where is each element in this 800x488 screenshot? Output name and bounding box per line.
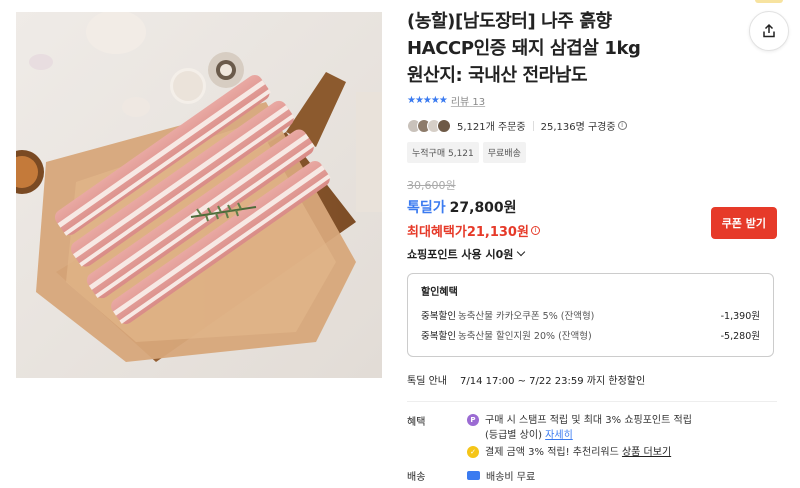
truck-icon — [467, 471, 480, 480]
avatar — [437, 118, 451, 133]
viewer-count: 25,136명 구경중 — [540, 122, 616, 133]
review-count: 13 — [472, 97, 486, 108]
coupon-button[interactable]: 쿠폰 받기 — [710, 207, 777, 239]
benefit-text: 구매 시 스탬프 적립 및 최대 3% 쇼핑포인트 적립 (등급별 상이) 자세… — [485, 415, 692, 441]
discount-desc: 농축산물 할인지원 20% (잔액형) — [457, 331, 592, 342]
star-rating: ★★★★★ — [407, 95, 448, 106]
review-label: 리뷰 — [450, 97, 470, 108]
divider — [532, 120, 534, 131]
discount-label: 중복할인 — [421, 311, 456, 322]
discount-row: 중복할인 농축산물 카카오쿠폰 5% (잔액형) -1,390원 — [421, 308, 760, 322]
point-usage-label: 쇼핑포인트 사용 시0원 — [407, 248, 514, 261]
discount-value: -5,280원 — [720, 331, 760, 342]
buyer-avatars — [407, 118, 451, 133]
shipping-value: 배송비 무료 — [467, 468, 535, 483]
more-products-link[interactable]: 상품 더보기 — [622, 447, 671, 458]
share-tab-indicator — [755, 0, 783, 3]
info-icon[interactable]: i — [530, 226, 540, 235]
info-icon[interactable]: i — [617, 121, 627, 130]
benefit-row: 혜택 P 구매 시 스탬프 적립 및 최대 3% 쇼핑포인트 적립 (등급별 상… — [407, 413, 777, 462]
pork-belly-photo — [16, 12, 382, 378]
divider — [407, 401, 777, 402]
deal-info-row: 톡딜 안내 7/14 17:00 ~ 7/22 23:59 까지 한정할인 — [407, 372, 777, 387]
title-line-2: HACCP인증 돼지 삼겹살 1kg — [407, 38, 641, 59]
deal-price-value: 27,800원 — [449, 200, 517, 216]
reward-icon: ✓ — [467, 446, 479, 458]
detail-link[interactable]: 자세히 — [545, 430, 573, 441]
max-benefit-label: 최대혜택가 — [407, 225, 467, 240]
product-info-panel: (농할)[남도장터] 나주 흙향 HACCP인증 돼지 삼겹살 1kg 원산지:… — [407, 0, 789, 483]
benefit-item: ✓ 결제 금액 3% 적립! 추천리워드 상품 더보기 — [467, 445, 777, 460]
max-benefit-value: 21,130원 — [466, 225, 529, 240]
discount-label: 중복할인 — [421, 331, 456, 342]
benefit-text: 결제 금액 3% 적립! 추천리워드 상품 더보기 — [485, 447, 672, 458]
benefit-label: 혜택 — [407, 417, 426, 428]
discount-value: -1,390원 — [720, 311, 760, 322]
product-title: (농할)[남도장터] 나주 흙향 HACCP인증 돼지 삼겹살 1kg 원산지:… — [407, 8, 722, 89]
discount-title: 할인혜택 — [421, 287, 458, 298]
review-link[interactable]: 리뷰 13 — [451, 93, 485, 108]
tag-cumulative-purchase: 누적구매 5,121 — [407, 142, 479, 163]
discount-desc: 농축산물 카카오쿠폰 5% (잔액형) — [457, 311, 595, 322]
discount-row: 중복할인 농축산물 할인지원 20% (잔액형) -5,280원 — [421, 328, 760, 342]
title-line-3: 원산지: 국내산 전라남도 — [407, 65, 588, 86]
rating-row[interactable]: ★★★★★ 리뷰 13 — [407, 93, 777, 108]
original-price: 30,600원 — [407, 179, 456, 192]
share-button[interactable] — [749, 11, 789, 51]
tag-free-shipping: 무료배송 — [482, 142, 526, 163]
chevron-down-icon — [517, 247, 526, 257]
buyer-stats: 5,121개 주문중 25,136명 구경중 i — [407, 118, 777, 133]
benefit-list: P 구매 시 스탬프 적립 및 최대 3% 쇼핑포인트 적립 (등급별 상이) … — [467, 413, 777, 462]
tag-list: 누적구매 5,121 무료배송 — [407, 142, 777, 163]
discount-box: 할인혜택 중복할인 농축산물 카카오쿠폰 5% (잔액형) -1,390원 중복… — [407, 273, 774, 357]
title-line-1: (농할)[남도장터] 나주 흙향 — [407, 11, 612, 32]
shipping-label: 배송 — [407, 472, 426, 483]
point-icon: P — [467, 414, 479, 426]
shipping-row: 배송 배송비 무료 — [407, 468, 777, 483]
benefit-item: P 구매 시 스탬프 적립 및 최대 3% 쇼핑포인트 적립 (등급별 상이) … — [467, 413, 777, 443]
order-count: 5,121개 주문중 — [457, 122, 526, 133]
deal-price-label: 톡딜가 — [407, 200, 446, 216]
deal-info-label: 톡딜 안내 — [407, 376, 447, 387]
share-icon — [763, 23, 775, 38]
point-usage-toggle[interactable]: 쇼핑포인트 사용 시0원 — [407, 246, 777, 262]
product-image[interactable] — [16, 12, 382, 378]
deal-info-value: 7/14 17:00 ~ 7/22 23:59 까지 한정할인 — [459, 376, 646, 387]
